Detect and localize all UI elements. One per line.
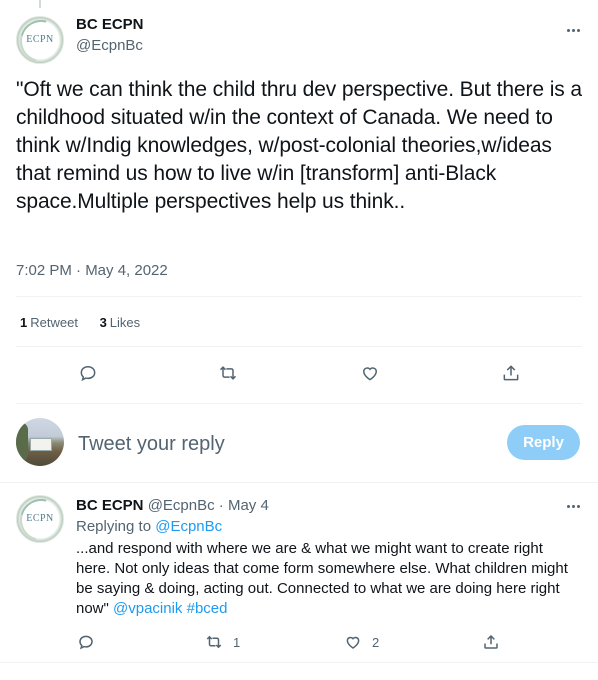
thread-connector-line [39, 0, 41, 8]
share-action[interactable] [482, 632, 500, 652]
replying-prefix: Replying to [76, 518, 156, 535]
tweet-text: "Oft we can think the child thru dev per… [16, 78, 583, 213]
avatar-tree-shape [16, 422, 28, 462]
divider [16, 296, 582, 297]
replying-to-link[interactable]: @EcpnBc [155, 518, 222, 535]
avatar[interactable]: ECPN [16, 16, 64, 64]
replying-to: Replying to @EcpnBc [76, 517, 222, 537]
retweets-count: 1 [20, 315, 28, 330]
avatar-logo-text: ECPN [26, 34, 54, 45]
more-options-icon[interactable] [563, 20, 583, 40]
share-icon [484, 634, 498, 649]
main-tweet-header: ECPN BC ECPN @EcpnBc [16, 16, 582, 64]
hashtag-link[interactable]: #bced [187, 600, 228, 617]
tweet-date[interactable]: May 4 [228, 497, 269, 514]
like-action[interactable]: 2 [344, 632, 379, 652]
retweet-action[interactable]: 1 [205, 632, 240, 652]
user-handle[interactable]: @EcpnBc [76, 37, 143, 55]
reply-input[interactable]: Tweet your reply [78, 432, 225, 456]
avatar-logo-text: ECPN [26, 513, 54, 524]
divider [0, 662, 598, 663]
share-icon[interactable] [500, 362, 522, 384]
retweet-icon[interactable] [217, 362, 239, 384]
reply-tweet-header: BC ECPN @EcpnBc · May 4 [76, 496, 269, 516]
retweet-icon [206, 635, 222, 649]
reply-composer: Tweet your reply Reply [0, 404, 598, 482]
retweet-count: 1 [233, 634, 241, 650]
user-handle[interactable]: @EcpnBc [148, 497, 215, 514]
tweet-timestamp[interactable]: 7:02 PM · May 4, 2022 [16, 262, 168, 280]
reply-icon [79, 635, 93, 650]
retweets-stat[interactable]: 1 Retweet [20, 315, 78, 330]
current-user-avatar[interactable] [16, 418, 64, 466]
tweet-text: ...and respond with where we are & what … [76, 539, 581, 619]
tweet-stats: 1 Retweet 3 Likes [20, 315, 158, 331]
avatar-sign-shape [30, 438, 52, 451]
like-icon[interactable] [359, 362, 381, 384]
separator: · [218, 497, 224, 514]
reply-button[interactable]: Reply [507, 425, 580, 460]
divider [16, 346, 582, 347]
retweets-label: Retweet [30, 315, 78, 330]
avatar[interactable]: ECPN [16, 495, 64, 543]
reply-icon[interactable] [77, 362, 99, 384]
display-name[interactable]: BC ECPN [76, 16, 144, 34]
reply-action[interactable] [77, 632, 95, 652]
likes-stat[interactable]: 3 Likes [100, 315, 141, 330]
like-icon [346, 636, 360, 649]
likes-count: 3 [99, 315, 107, 330]
reply-tweet[interactable]: ECPN BC ECPN @EcpnBc · May 4 Replying to… [0, 482, 598, 662]
like-count: 2 [372, 634, 380, 650]
more-options-icon[interactable] [563, 496, 583, 516]
mention-link[interactable]: @vpacinik [113, 600, 182, 617]
likes-label: Likes [109, 315, 141, 330]
display-name[interactable]: BC ECPN [76, 497, 144, 514]
